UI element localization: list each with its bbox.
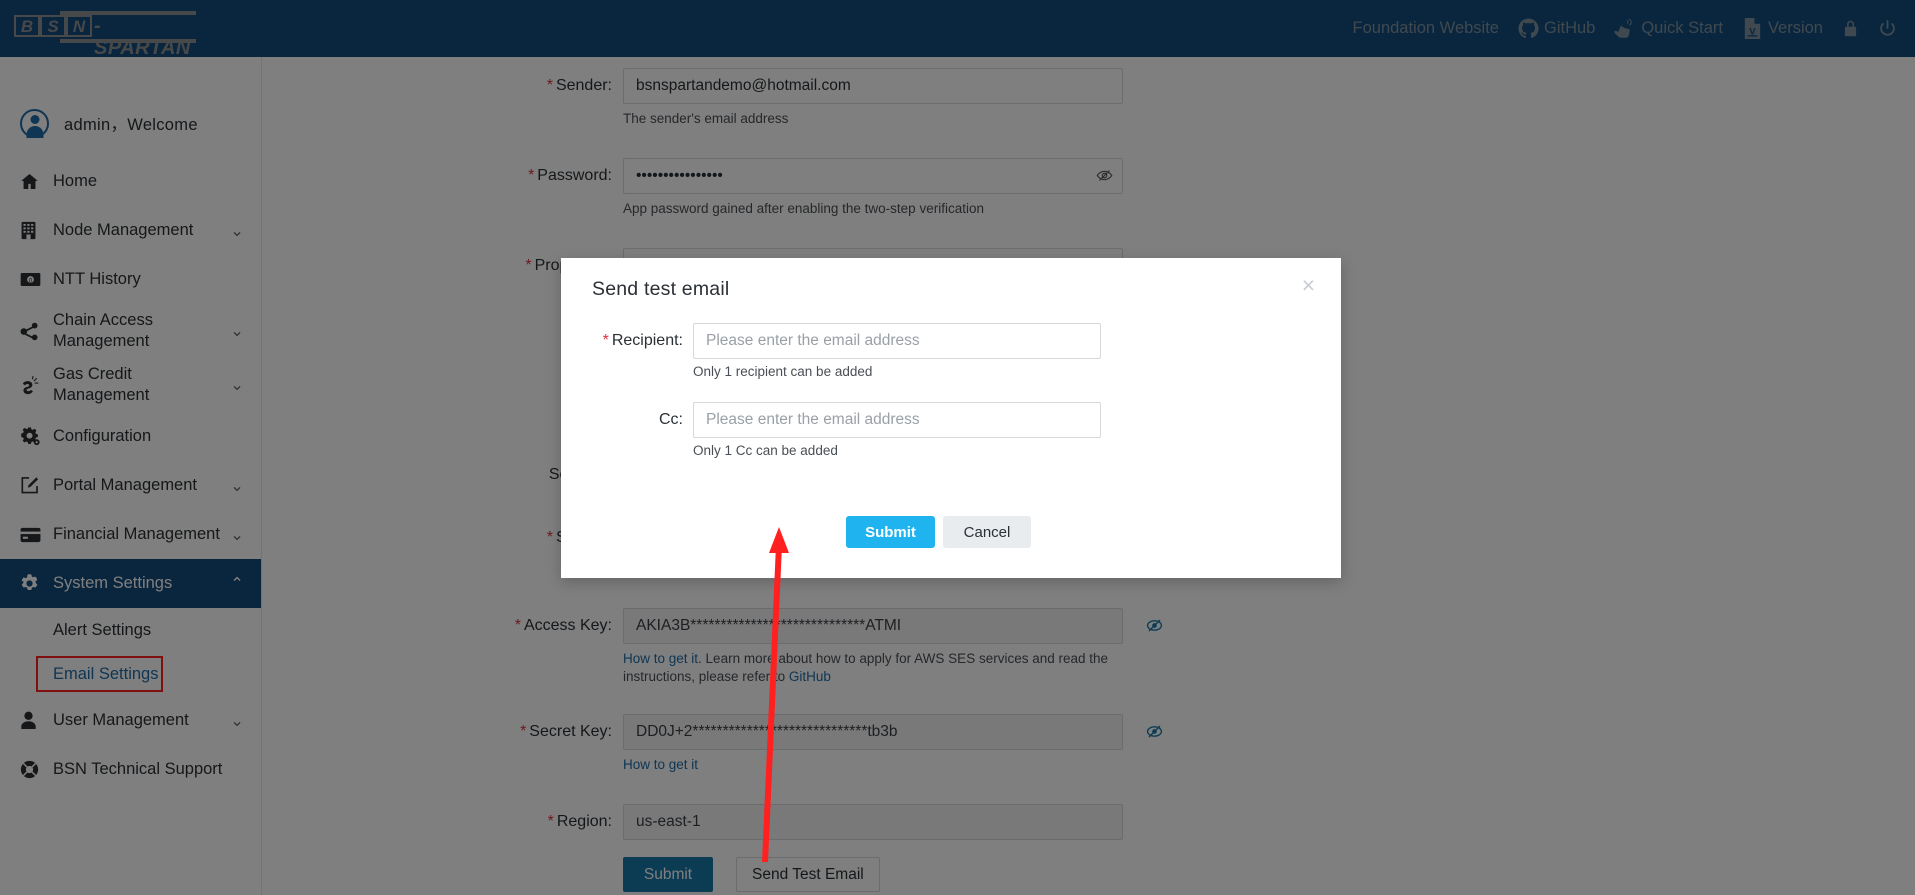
recipient-required-mark: * <box>602 332 609 349</box>
recipient-label-text: Recipient: <box>611 332 683 349</box>
modal-actions: Submit Cancel <box>846 516 1031 548</box>
recipient-hint: Only 1 recipient can be added <box>693 364 873 379</box>
close-icon[interactable]: × <box>1302 274 1315 297</box>
modal-title: Send test email <box>592 278 730 300</box>
recipient-control: Please enter the email address Only 1 re… <box>693 323 1101 379</box>
cc-hint: Only 1 Cc can be added <box>693 443 838 458</box>
recipient-label: * Recipient: <box>577 323 693 359</box>
cc-control: Please enter the email address Only 1 Cc… <box>693 402 1101 458</box>
cc-input[interactable]: Please enter the email address <box>693 402 1101 438</box>
app-root: B S N -SPARTAN Foundation Website GitHub <box>0 0 1915 895</box>
cc-label: Cc: <box>577 402 693 438</box>
modal-submit-button[interactable]: Submit <box>846 516 935 548</box>
modal-cancel-button[interactable]: Cancel <box>943 516 1031 548</box>
modal-row-cc: Cc: Please enter the email address Only … <box>577 402 1101 458</box>
cc-label-text: Cc: <box>659 411 683 428</box>
recipient-input[interactable]: Please enter the email address <box>693 323 1101 359</box>
modal-row-recipient: * Recipient: Please enter the email addre… <box>577 323 1101 379</box>
